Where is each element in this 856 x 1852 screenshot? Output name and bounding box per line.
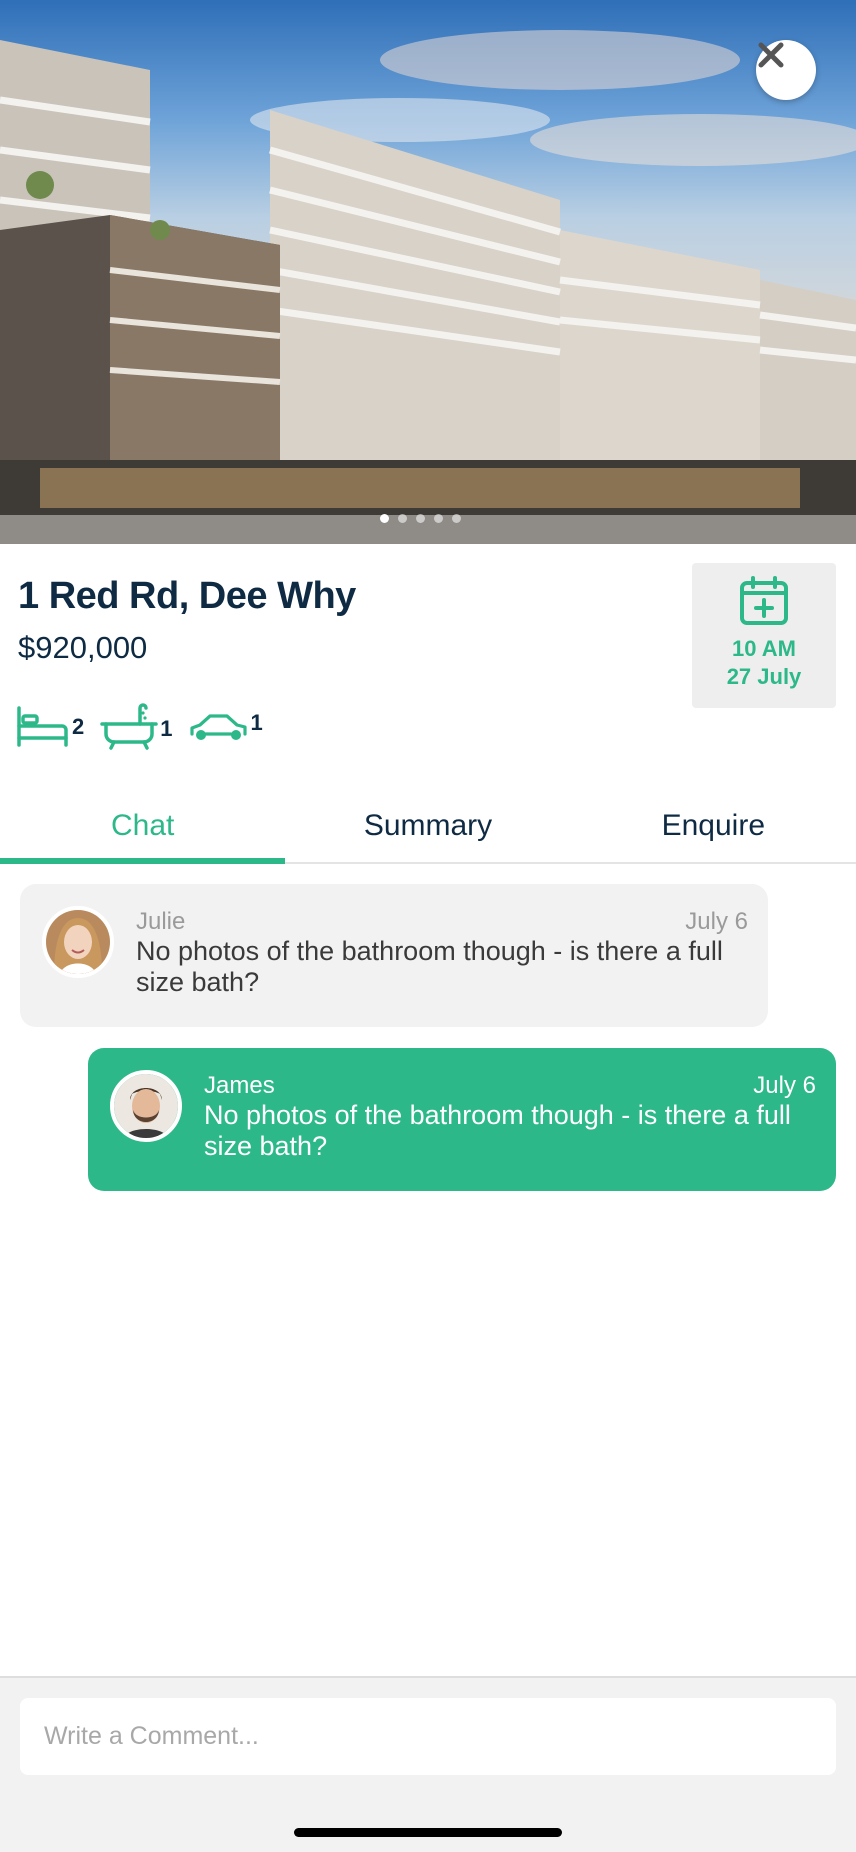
message-date: July 6 (753, 1072, 816, 1099)
user-avatar-james (114, 1074, 178, 1138)
property-address: 1 Red Rd, Dee Why (18, 575, 356, 617)
building-illustration (0, 30, 856, 544)
avatar (110, 1070, 182, 1142)
tab-summary[interactable]: Summary (285, 786, 570, 862)
bedroom-count: 2 (72, 714, 85, 739)
message-author: James (204, 1072, 275, 1099)
chat-message-incoming: Julie July 6 No photos of the bathroom t… (20, 884, 768, 1027)
close-icon (758, 42, 784, 68)
gallery-dot[interactable] (416, 514, 425, 523)
avatar (42, 906, 114, 978)
bathrooms-feature: 1 (100, 702, 173, 750)
comment-input[interactable] (20, 1698, 836, 1775)
gallery-dot[interactable] (380, 514, 389, 523)
tab-enquire[interactable]: Enquire (571, 786, 856, 862)
inspection-time: 10 AM (732, 636, 796, 661)
tab-chat[interactable]: Chat (0, 786, 286, 864)
bathtub-icon (100, 703, 158, 750)
property-features: 2 1 1 (16, 702, 279, 750)
bedrooms-feature: 2 (16, 704, 84, 748)
gallery-dot[interactable] (398, 514, 407, 523)
message-author: Julie (136, 908, 186, 935)
comment-composer (0, 1676, 856, 1852)
gallery-dot[interactable] (434, 514, 443, 523)
message-text: No photos of the bathroom though - is th… (204, 1100, 791, 1161)
bed-icon (17, 706, 68, 747)
home-indicator (294, 1828, 562, 1837)
property-photo[interactable] (0, 0, 856, 544)
gallery-dot[interactable] (452, 514, 461, 523)
user-avatar-julie (46, 910, 110, 974)
inspection-date: 27 July (726, 664, 802, 689)
message-text: No photos of the bathroom though - is th… (136, 936, 723, 997)
parking-count: 1 (250, 710, 263, 735)
close-button[interactable] (756, 40, 816, 100)
chat-message-outgoing: James July 6 No photos of the bathroom t… (88, 1048, 836, 1191)
property-price: $920,000 (18, 630, 148, 665)
calendar-add-icon (740, 576, 788, 625)
bathroom-count: 1 (160, 716, 173, 741)
tab-bar: Chat Summary Enquire (0, 786, 856, 864)
car-icon (189, 714, 247, 740)
gallery-pagination (380, 514, 461, 523)
message-date: July 6 (685, 908, 748, 935)
inspection-button[interactable]: 10 AM 27 July (692, 563, 836, 708)
parking-feature: 1 (189, 708, 263, 744)
